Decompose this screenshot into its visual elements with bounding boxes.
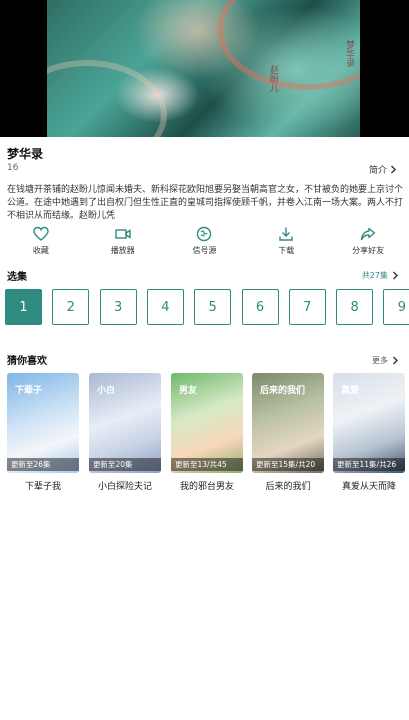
show-title: 梦华录 [7, 147, 44, 161]
poster-text: 梦华录 [344, 40, 354, 67]
video-poster: 梦华录 赵盼儿 [47, 0, 360, 137]
poster-text: 赵盼儿 [268, 65, 278, 92]
episodes-heading: 选集 [7, 272, 27, 283]
intro-label: 简介 [368, 166, 387, 176]
show-description: 在钱塘开茶铺的赵盼儿惊闻未婚夫、新科探花欧阳旭要另娶当朝高官之女，不甘被负的她要… [7, 185, 403, 221]
recommendation-title: 真爱从天而降 [341, 482, 396, 492]
recommendation-cover: 真爱更新至11集/共26 [333, 373, 405, 473]
episodes-total-label: 共27集 [361, 271, 388, 280]
chevron-right-icon [393, 356, 398, 365]
video-player[interactable]: 梦华录 赵盼儿 [0, 0, 409, 137]
episode-button[interactable]: 8 [336, 289, 374, 325]
update-badge: 更新至11集/共26 [333, 458, 405, 471]
download-button[interactable]: 下载 [245, 226, 327, 262]
episode-button[interactable]: 9 [383, 289, 409, 325]
cover-title-art: 男友 [179, 386, 198, 396]
update-badge: 更新至15集/共20 [252, 458, 324, 471]
episode-button[interactable]: 1 [5, 289, 42, 325]
action-label: 收藏 [32, 246, 49, 255]
share-button[interactable]: 分享好友 [327, 226, 409, 262]
recommendation-cover: 后来的我们更新至15集/共20 [252, 373, 324, 473]
cover-title-art: 小白 [97, 386, 116, 396]
recommendation-title: 小白探险夫记 [97, 482, 152, 492]
recommendation-card[interactable]: 真爱更新至11集/共26 真爱从天而降 [333, 373, 405, 492]
recommendation-cover: 下辈子更新至26集 [7, 373, 79, 473]
episode-button[interactable]: 4 [146, 289, 184, 325]
episode-button[interactable]: 5 [194, 289, 232, 325]
download-icon [279, 227, 293, 241]
episode-list: 123456789 [5, 289, 409, 325]
recommendations-heading: 猜你喜欢 [7, 356, 47, 367]
episode-button[interactable]: 2 [52, 289, 90, 325]
intro-link[interactable]: 简介 [369, 163, 397, 176]
recommendation-cover: 小白更新至20集 [89, 373, 161, 473]
episode-button[interactable]: 3 [99, 289, 137, 325]
recommendation-card[interactable]: 男友更新至13/共45 我的邪台男友 [171, 373, 243, 492]
action-label: 播放器 [110, 246, 135, 255]
video-player-icon [114, 229, 131, 239]
update-badge: 更新至20集 [89, 458, 161, 471]
recommendation-title: 后来的我们 [265, 482, 311, 492]
action-bar: 收藏 播放器 信号源 下载 分享好友 [0, 226, 409, 262]
chevron-right-icon [393, 271, 398, 280]
episode-button[interactable]: 6 [241, 289, 279, 325]
chevron-right-icon [391, 165, 396, 174]
update-badge: 更新至26集 [7, 458, 79, 471]
signal-source-icon [197, 226, 212, 242]
share-icon [360, 227, 376, 241]
recommendation-title: 下辈子我 [24, 482, 61, 492]
heart-icon [33, 226, 49, 241]
recommendation-title: 我的邪台男友 [179, 482, 234, 492]
signal-source-button[interactable]: 信号源 [164, 226, 246, 262]
action-label: 分享好友 [352, 246, 385, 255]
update-badge: 更新至13/共45 [171, 458, 243, 471]
action-label: 信号源 [192, 246, 217, 255]
cover-title-art: 下辈子 [15, 386, 43, 396]
recommendation-card[interactable]: 后来的我们 更新至15集/共20 后来的我们 [252, 373, 324, 492]
favorite-button[interactable]: 收藏 [0, 226, 82, 262]
action-label: 下载 [278, 246, 295, 255]
recommendation-list: 下辈子 更新至26集 下辈子我 小白 更新至20集 小白探险夫记 男友 更新至13/共45 我的… [0, 373, 409, 498]
episode-total: 16 [7, 163, 19, 173]
recommendation-card[interactable]: 小白更新至20集 小白探险夫记 [89, 373, 161, 492]
episodes-more-link[interactable]: 共27集 [362, 270, 399, 281]
cover-title-art: 后来的我们 [260, 386, 306, 396]
recommendations-more-link[interactable]: 更多 [372, 355, 399, 366]
recommendation-cover: 男友更新至13/共45 [171, 373, 243, 473]
player-button[interactable]: 播放器 [82, 226, 164, 262]
episode-button[interactable]: 7 [288, 289, 326, 325]
cover-title-art: 真爱 [341, 386, 360, 396]
recommendation-card[interactable]: 下辈子更新至26集 下辈子我 [7, 373, 79, 492]
more-label: 更多 [372, 356, 388, 365]
